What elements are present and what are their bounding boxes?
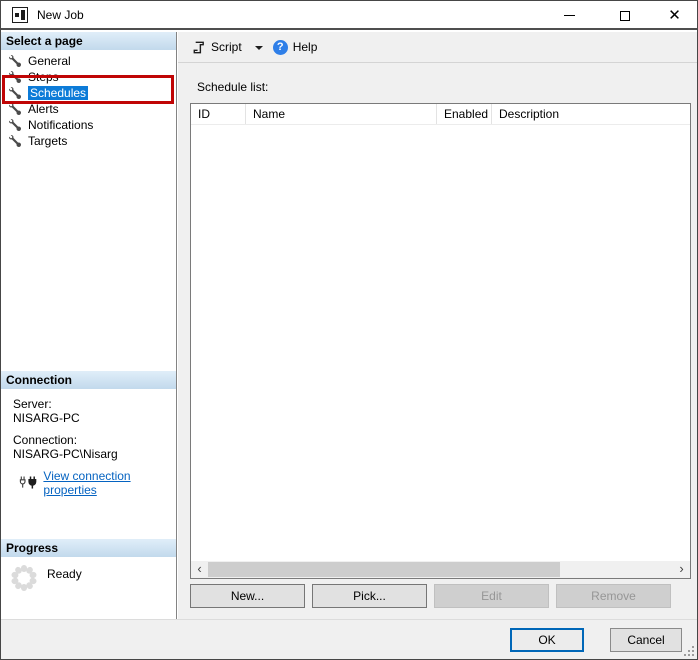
- connection-plug-icon: [19, 476, 37, 489]
- wrench-icon: [9, 71, 21, 83]
- remove-button[interactable]: Remove: [556, 584, 671, 608]
- connection-section: Connection Server: NISARG-PC Connection:…: [1, 371, 176, 497]
- sidebar-item-alerts[interactable]: Alerts: [1, 101, 176, 117]
- column-header-enabled[interactable]: Enabled: [437, 104, 492, 124]
- script-button[interactable]: Script: [187, 35, 246, 59]
- help-icon: ?: [272, 39, 288, 55]
- resize-grip[interactable]: [683, 645, 695, 657]
- script-dropdown-arrow-icon[interactable]: [254, 46, 263, 50]
- close-icon: ✕: [668, 6, 681, 24]
- progress-status: Ready: [47, 567, 82, 581]
- sidebar-item-general[interactable]: General: [1, 53, 176, 69]
- pick-button[interactable]: Pick...: [312, 584, 427, 608]
- wrench-icon: [9, 103, 21, 115]
- script-icon: [193, 41, 204, 53]
- sidebar-item-schedules[interactable]: Schedules: [1, 85, 176, 101]
- ok-button[interactable]: OK: [510, 628, 584, 652]
- column-header-name[interactable]: Name: [246, 104, 437, 124]
- progress-spinner-icon: [10, 565, 38, 591]
- column-header-id[interactable]: ID: [191, 104, 246, 124]
- wrench-icon: [9, 135, 21, 147]
- server-value: NISARG-PC: [13, 411, 80, 425]
- schedule-list-header: ID Name Enabled Description: [191, 104, 690, 125]
- close-button[interactable]: ✕: [652, 1, 697, 30]
- page-list: General Steps Schedules Alerts Notificat…: [1, 50, 176, 149]
- schedule-list-body[interactable]: [191, 125, 690, 545]
- sidebar-item-label: Alerts: [28, 102, 59, 116]
- column-header-description[interactable]: Description: [492, 104, 690, 124]
- window-icon: [12, 6, 28, 23]
- schedule-list[interactable]: ID Name Enabled Description ‹ ›: [190, 103, 691, 579]
- minimize-button[interactable]: [547, 1, 592, 30]
- horizontal-scrollbar[interactable]: ‹ ›: [191, 561, 690, 578]
- help-label: Help: [292, 40, 318, 54]
- sidebar-item-label: Steps: [28, 70, 59, 84]
- title-bar: New Job ✕: [1, 1, 697, 30]
- new-job-dialog: New Job ✕ Select a page General Steps Sc…: [0, 0, 698, 660]
- edit-button[interactable]: Edit: [434, 584, 549, 608]
- sidebar-item-label: Targets: [28, 134, 68, 148]
- schedule-action-buttons: New... Pick... Edit Remove: [190, 584, 671, 608]
- sidebar-item-targets[interactable]: Targets: [1, 133, 176, 149]
- schedule-list-label: Schedule list:: [197, 80, 269, 94]
- maximize-button[interactable]: [602, 1, 647, 30]
- sidebar-item-steps[interactable]: Steps: [1, 69, 176, 85]
- progress-header: Progress: [1, 539, 176, 557]
- new-button[interactable]: New...: [190, 584, 305, 608]
- scroll-right-icon[interactable]: ›: [673, 561, 690, 578]
- wrench-icon: [9, 87, 21, 99]
- script-label: Script: [211, 40, 242, 54]
- cancel-button[interactable]: Cancel: [610, 628, 682, 652]
- minimize-icon: [564, 15, 575, 16]
- sidebar: Select a page General Steps Schedules Al…: [1, 32, 177, 619]
- wrench-icon: [9, 119, 21, 131]
- sidebar-item-label: General: [28, 54, 71, 68]
- main-pane: Script ? Help Schedule list: ID Name Ena…: [178, 32, 697, 619]
- sidebar-item-label: Schedules: [28, 86, 89, 100]
- window-title: New Job: [37, 7, 84, 22]
- connection-header: Connection: [1, 371, 176, 389]
- help-button[interactable]: ? Help: [269, 35, 322, 59]
- maximize-icon: [619, 10, 630, 21]
- connection-value: NISARG-PC\Nisarg: [13, 447, 118, 461]
- dialog-footer: OK Cancel: [1, 619, 697, 659]
- connection-label: Connection:: [13, 433, 78, 447]
- select-a-page-header: Select a page: [1, 32, 176, 50]
- scrollbar-thumb[interactable]: [208, 562, 560, 577]
- wrench-icon: [9, 55, 21, 67]
- server-label: Server:: [13, 397, 52, 411]
- sidebar-item-label: Notifications: [28, 118, 94, 132]
- toolbar: Script ? Help: [178, 32, 697, 63]
- sidebar-item-notifications[interactable]: Notifications: [1, 117, 176, 133]
- scroll-left-icon[interactable]: ‹: [191, 561, 208, 578]
- progress-section: Progress Ready: [1, 539, 176, 591]
- view-connection-properties-link[interactable]: View connection properties: [43, 469, 176, 497]
